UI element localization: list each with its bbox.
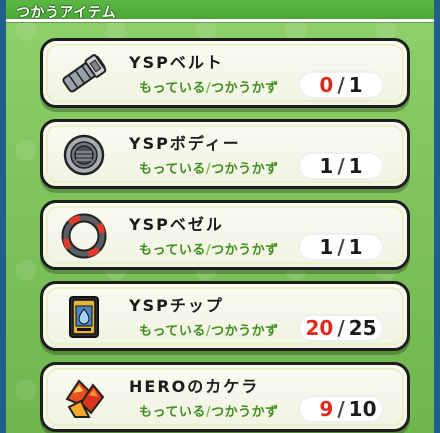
item-card-ysp-belt[interactable]: YSPベルト もっている/つかうかず 0 / 1 xyxy=(40,38,410,108)
item-count-label: もっている/つかうかず xyxy=(139,162,279,177)
item-name: YSPボディー xyxy=(129,134,241,153)
screen: つかうアイテム YSPベルト もっている/つかうかず 0 / 1 YSPボディー… xyxy=(0,0,440,433)
item-count: 20 / 25 xyxy=(298,314,384,342)
header-bar: つかうアイテム xyxy=(6,0,434,22)
owned-count: 0 xyxy=(319,73,334,97)
item-card-hero-fragment[interactable]: HEROのカケラ もっている/つかうかず 9 / 10 xyxy=(40,362,410,432)
item-count: 1 / 1 xyxy=(298,233,384,261)
header-title: つかうアイテム xyxy=(16,5,117,21)
item-name: HEROのカケラ xyxy=(129,377,260,396)
body-disc-icon xyxy=(63,134,105,176)
item-count-label: もっている/つかうかず xyxy=(139,405,279,420)
item-list: YSPベルト もっている/つかうかず 0 / 1 YSPボディー もっている/つ… xyxy=(40,38,410,433)
required-count: 1 xyxy=(348,73,363,97)
item-count: 1 / 1 xyxy=(298,152,384,180)
item-count: 0 / 1 xyxy=(298,71,384,99)
owned-count: 1 xyxy=(319,154,334,178)
item-count-label: もっている/つかうかず xyxy=(139,243,279,258)
belt-icon xyxy=(62,54,107,93)
item-name: YSPベゼル xyxy=(129,215,224,234)
owned-count: 1 xyxy=(319,235,334,259)
item-count: 9 / 10 xyxy=(298,395,384,423)
hero-fragment-icon xyxy=(65,379,105,418)
required-count: 1 xyxy=(348,235,363,259)
bezel-ring-icon xyxy=(61,213,107,259)
item-count-label: もっている/つかうかず xyxy=(139,324,279,339)
item-card-ysp-bezel[interactable]: YSPベゼル もっている/つかうかず 1 / 1 xyxy=(40,200,410,270)
owned-count: 20 xyxy=(305,316,334,340)
item-card-ysp-chip[interactable]: YSPチップ もっている/つかうかず 20 / 25 xyxy=(40,281,410,351)
item-card-ysp-body[interactable]: YSPボディー もっている/つかうかず 1 / 1 xyxy=(40,119,410,189)
required-count: 25 xyxy=(348,316,377,340)
chip-card-icon xyxy=(69,296,99,338)
item-name: YSPチップ xyxy=(129,296,224,315)
required-count: 1 xyxy=(348,154,363,178)
item-count-label: もっている/つかうかず xyxy=(139,81,279,96)
item-name: YSPベルト xyxy=(129,53,224,72)
required-count: 10 xyxy=(348,397,377,421)
owned-count: 9 xyxy=(319,397,334,421)
